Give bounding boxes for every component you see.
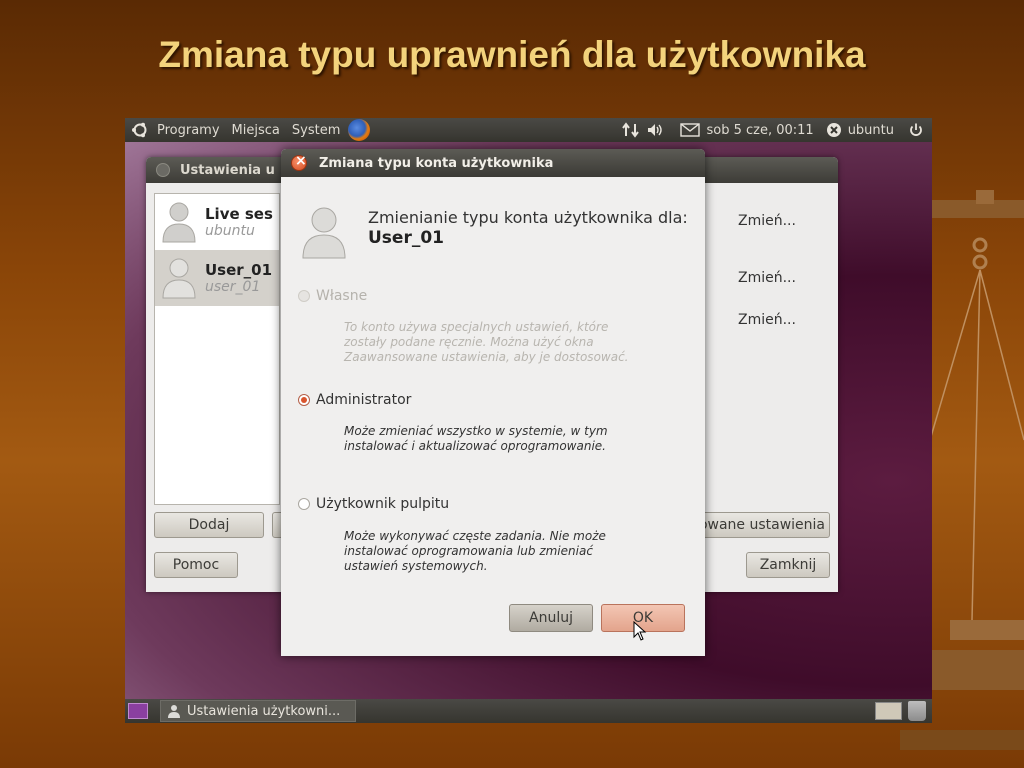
radio-desktop-user-button[interactable] [298,498,310,510]
desktop-user-description: Może wykonywać częste zadania. Nie może … [344,529,606,573]
users-icon [168,705,180,718]
volume-icon[interactable] [646,122,664,138]
username-menu[interactable]: ubuntu [848,123,894,138]
menu-places[interactable]: Miejsca [228,123,284,138]
window-title: Ustawienia u [180,162,275,178]
taskbar-item-label: Ustawienia użytkowni... [187,703,341,719]
close-icon[interactable] [291,153,307,171]
change-link-3[interactable]: Zmień... [738,312,796,328]
user-login: user_01 [205,279,261,295]
custom-description: To konto używa specjalnych ustawień, któ… [344,320,629,364]
slide-title: Zmiana typu uprawnień dla użytkownika [158,34,866,75]
cancel-button[interactable]: Anuluj [509,604,593,632]
clock-date[interactable]: sob 5 cze, 00:11 [706,123,813,138]
ubuntu-logo-icon [132,122,147,138]
radio-custom-button [298,290,310,302]
radio-custom-label: Własne [316,288,368,304]
menu-system[interactable]: System [288,123,344,138]
dialog-titlebar[interactable]: Zmiana typu konta użytkownika [281,149,705,177]
power-icon[interactable] [908,122,924,138]
help-button[interactable]: Pomoc [154,552,238,578]
close-button[interactable]: Zamknij [746,552,830,578]
user-login: ubuntu [205,223,255,239]
radio-administrator-label[interactable]: Administrator [316,392,411,408]
list-item[interactable]: Live ses ubuntu [155,194,279,250]
dialog-header: Zmienianie typu konta użytkownika dla: U… [368,208,688,248]
user-status-icon [826,123,841,137]
taskbar-item-user-settings[interactable]: Ustawienia użytkowni... [160,700,356,722]
list-item[interactable]: User_01 user_01 [155,250,279,306]
user-name: User_01 [205,261,273,279]
mail-icon[interactable] [680,123,701,137]
change-link-2[interactable]: Zmień... [738,270,796,286]
system-tray: sob 5 cze, 00:11 ubuntu [622,122,932,138]
dialog-title: Zmiana typu konta użytkownika [319,155,554,171]
advanced-settings-button[interactable]: owane ustawienia [686,512,830,538]
close-icon[interactable] [156,163,170,177]
workspace-switcher[interactable] [875,702,902,720]
user-avatar-icon [162,258,196,299]
firefox-icon[interactable] [348,119,371,141]
change-account-type-dialog: Zmiana typu konta użytkownika Zmienianie… [281,149,705,656]
add-user-button[interactable]: Dodaj [154,512,264,538]
radio-administrator[interactable]: Administrator [298,392,411,408]
radio-custom: Własne [298,288,367,304]
radio-administrator-button[interactable] [298,394,310,406]
user-name: Live ses [205,205,273,223]
top-panel: Programy Miejsca System sob 5 cze, 00:11 [125,118,932,142]
menu-programs[interactable]: Programy [153,123,224,138]
trash-icon[interactable] [908,701,926,721]
ubuntu-screenshot: Programy Miejsca System sob 5 cze, 00:11 [125,118,932,723]
user-list[interactable]: Live ses ubuntu User_01 user_01 [154,193,280,505]
bottom-panel: Ustawienia użytkowni... [125,699,932,723]
administrator-description: Może zmieniać wszystko w systemie, w tym… [344,424,608,453]
user-avatar-icon [302,207,346,259]
header-username: User_01 [368,228,444,248]
change-link-1[interactable]: Zmień... [738,213,796,229]
user-avatar-icon [162,202,196,243]
network-icon[interactable] [622,122,640,138]
radio-desktop-user[interactable]: Użytkownik pulpitu [298,496,449,512]
show-desktop-icon[interactable] [128,703,148,719]
header-text: Zmienianie typu konta użytkownika dla: [368,208,688,227]
radio-desktop-user-label[interactable]: Użytkownik pulpitu [316,496,449,512]
mouse-cursor-icon [633,621,647,641]
